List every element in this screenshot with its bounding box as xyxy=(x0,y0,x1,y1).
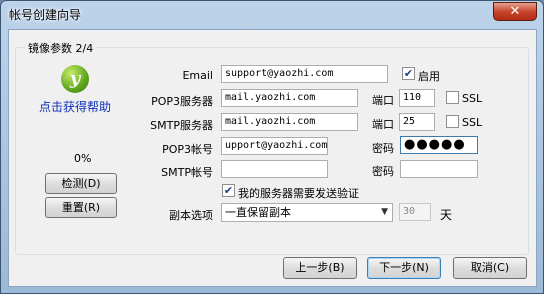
chevron-down-icon: ▼ xyxy=(381,207,388,217)
smtp-auth-label: 我的服务器需要发送验证 xyxy=(238,187,359,200)
pop3-port-label: 端口 xyxy=(372,94,394,107)
progress-percent: 0% xyxy=(74,152,92,165)
pop3-ssl-label: SSL xyxy=(462,92,483,105)
yaozhi-logo-icon: y xyxy=(61,65,89,93)
pop3-account-label: POP3帐号 xyxy=(162,143,213,156)
smtp-server-label: SMTP服务器 xyxy=(150,119,213,132)
reset-button[interactable]: 重置(R) xyxy=(45,197,117,218)
prev-button[interactable]: 上一步(B) xyxy=(283,257,357,279)
cancel-button[interactable]: 取消(C) xyxy=(453,257,527,279)
wizard-window: 帐号创建向导 ✕ 镜像参数 2/4 y 点击获得帮助 0% 检测(D) 重置(R… xyxy=(0,0,544,294)
pop3-account-input[interactable]: upport@yaozhi.com xyxy=(221,137,328,155)
next-button[interactable]: 下一步(N) xyxy=(367,257,441,279)
help-link[interactable]: 点击获得帮助 xyxy=(39,98,111,115)
email-label: Email xyxy=(182,69,213,82)
pop3-password-label: 密码 xyxy=(372,142,394,155)
smtp-ssl-checkbox[interactable] xyxy=(446,115,459,128)
smtp-auth-checkbox[interactable]: ✔ xyxy=(222,184,235,197)
smtp-ssl-label: SSL xyxy=(462,116,483,129)
email-input[interactable]: support@yaozhi.com xyxy=(221,65,388,83)
check-button[interactable]: 检测(D) xyxy=(45,173,117,194)
smtp-password-input[interactable] xyxy=(400,160,478,178)
copy-option-select[interactable]: 一直保留副本 ▼ xyxy=(221,203,393,222)
enable-checkbox[interactable]: ✔ xyxy=(402,67,415,80)
pop3-ssl-checkbox[interactable] xyxy=(446,91,459,104)
smtp-server-input[interactable]: mail.yaozhi.com xyxy=(221,113,358,131)
days-input[interactable]: 30 xyxy=(399,203,431,221)
smtp-port-input[interactable]: 25 xyxy=(399,113,435,131)
copy-option-value: 一直保留副本 xyxy=(225,206,291,219)
group-title: 镜像参数 2/4 xyxy=(25,40,97,56)
smtp-password-label: 密码 xyxy=(372,165,394,178)
title-bar[interactable]: 帐号创建向导 ✕ xyxy=(1,1,543,29)
days-unit: 天 xyxy=(440,208,453,222)
enable-label: 启用 xyxy=(418,70,440,83)
smtp-account-label: SMTP帐号 xyxy=(161,166,213,179)
smtp-account-input[interactable] xyxy=(221,160,328,178)
wizard-body: 镜像参数 2/4 y 点击获得帮助 0% 检测(D) 重置(R) Email s… xyxy=(8,29,537,287)
pop3-server-input[interactable]: mail.yaozhi.com xyxy=(221,89,358,107)
pop3-server-label: POP3服务器 xyxy=(151,95,213,108)
pop3-password-input[interactable]: ●●●●● xyxy=(400,136,478,154)
copy-option-label: 副本选项 xyxy=(169,209,213,222)
smtp-port-label: 端口 xyxy=(372,118,394,131)
pop3-port-input[interactable]: 110 xyxy=(399,89,435,107)
close-icon: ✕ xyxy=(509,4,521,19)
close-button[interactable]: ✕ xyxy=(493,2,537,21)
window-title: 帐号创建向导 xyxy=(9,8,82,22)
